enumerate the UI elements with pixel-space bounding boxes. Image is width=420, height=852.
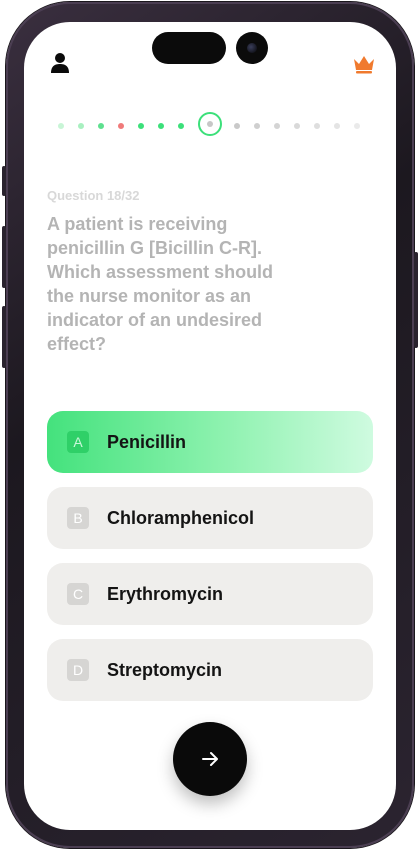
progress-dot	[58, 123, 64, 129]
option-letter-badge: D	[67, 659, 89, 681]
action-button	[2, 166, 6, 196]
progress-dot	[274, 123, 280, 129]
progress-dot-current	[198, 112, 222, 136]
progress-dot	[294, 123, 300, 129]
option-letter-badge: C	[67, 583, 89, 605]
question-text: A patient is receiving penicillin G [Bic…	[47, 214, 274, 354]
progress-dot	[254, 123, 260, 129]
question-progress-bar	[48, 110, 372, 142]
progress-dot	[118, 123, 124, 129]
crown-icon[interactable]	[352, 54, 376, 74]
progress-dot	[98, 123, 104, 129]
dynamic-island	[152, 32, 226, 64]
progress-dot	[334, 123, 340, 129]
answer-option-a[interactable]: A Penicillin	[47, 411, 373, 473]
answer-option-c[interactable]: C Erythromycin	[47, 563, 373, 625]
option-label: Erythromycin	[107, 584, 224, 604]
option-letter-badge: B	[67, 507, 89, 529]
progress-dot	[158, 123, 164, 129]
progress-dot	[354, 123, 360, 129]
progress-dot	[234, 123, 240, 129]
volume-down-button	[2, 306, 6, 368]
volume-up-button	[2, 226, 6, 288]
answer-option-d[interactable]: D Streptomycin	[47, 639, 373, 701]
progress-dot	[138, 123, 144, 129]
app-screen: Question 18/32 A patient is receiving pe…	[24, 22, 396, 830]
front-camera	[236, 32, 268, 64]
option-label: Chloramphenicol	[107, 508, 255, 528]
progress-dot	[78, 123, 84, 129]
arrow-right-icon	[202, 752, 218, 766]
question-number: Question 18/32	[47, 188, 140, 203]
progress-dot	[178, 123, 184, 129]
option-letter-badge: A	[67, 431, 89, 453]
power-button	[414, 252, 418, 348]
option-label: Streptomycin	[107, 660, 223, 680]
progress-dot	[314, 123, 320, 129]
user-icon[interactable]	[50, 52, 70, 74]
answer-option-b[interactable]: B Chloramphenicol	[47, 487, 373, 549]
option-label: Penicillin	[107, 432, 187, 452]
next-question-button[interactable]	[173, 722, 247, 796]
